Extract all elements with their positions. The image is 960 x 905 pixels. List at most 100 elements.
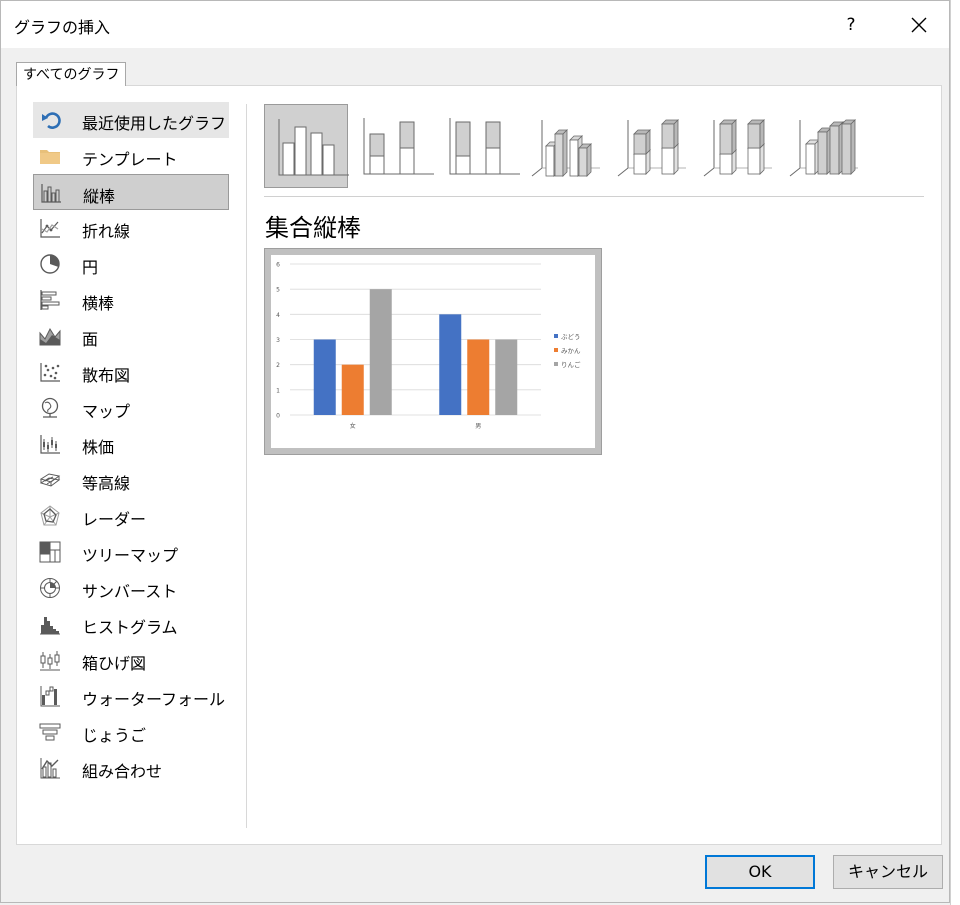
background-spreadsheet bbox=[950, 0, 960, 905]
tab-all-charts[interactable]: すべてのグラフ bbox=[16, 62, 127, 86]
category-label: ヒストグラム bbox=[82, 618, 178, 637]
category-label: 散布図 bbox=[82, 366, 131, 385]
help-button[interactable]: ? bbox=[833, 7, 869, 43]
3d-stacked-column-icon bbox=[617, 119, 686, 177]
y-tick-label: 0 bbox=[276, 413, 280, 420]
legend-label: みかん bbox=[561, 347, 581, 355]
pie-chart-icon bbox=[40, 254, 60, 274]
y-tick-label: 6 bbox=[276, 262, 280, 269]
category-item[interactable]: ウォーターフォール bbox=[33, 678, 229, 714]
ok-button[interactable]: OK bbox=[705, 855, 815, 889]
y-tick-label: 4 bbox=[276, 312, 280, 319]
bar bbox=[439, 314, 462, 415]
category-item[interactable]: 円 bbox=[33, 246, 229, 282]
legend-swatch bbox=[554, 348, 558, 352]
category-item[interactable]: ヒストグラム bbox=[33, 606, 229, 642]
100-stacked-column-icon bbox=[449, 118, 520, 175]
legend-swatch bbox=[554, 362, 558, 366]
y-tick-label: 5 bbox=[276, 287, 280, 294]
chart-subtype-button[interactable] bbox=[350, 104, 434, 188]
legend-label: ぶどう bbox=[561, 333, 581, 341]
category-item[interactable]: 最近使用したグラフ bbox=[33, 102, 229, 138]
category-item[interactable]: 等高線 bbox=[33, 462, 229, 498]
column-chart-icon bbox=[41, 184, 61, 203]
category-item[interactable]: 箱ひげ図 bbox=[33, 642, 229, 678]
category-item[interactable]: レーダー bbox=[33, 498, 229, 534]
category-item[interactable]: 組み合わせ bbox=[33, 750, 229, 786]
category-label: サンバースト bbox=[82, 582, 178, 601]
box-whisker-chart-icon bbox=[40, 651, 60, 671]
chart-subtype-button[interactable] bbox=[436, 104, 520, 188]
category-item[interactable]: 横棒 bbox=[33, 282, 229, 318]
bar bbox=[467, 339, 490, 415]
category-label: テンプレート bbox=[82, 150, 178, 169]
title-bar: グラフの挿入 ? bbox=[1, 1, 949, 48]
funnel-chart-icon bbox=[39, 723, 61, 741]
cancel-button[interactable]: キャンセル bbox=[833, 855, 943, 889]
category-label: 円 bbox=[82, 258, 99, 277]
category-label: 等高線 bbox=[82, 474, 131, 493]
bar-chart-icon bbox=[40, 290, 60, 310]
chart-subtype-button[interactable] bbox=[694, 104, 778, 188]
category-item[interactable]: 縦棒 bbox=[33, 174, 229, 210]
folder-icon bbox=[40, 150, 60, 164]
category-label: じょうご bbox=[82, 726, 147, 745]
line-chart-icon bbox=[40, 219, 60, 238]
chart-preview-canvas: 0 1 2 3 4 5 6 女 男 ぶどう みかん りんご bbox=[271, 255, 595, 448]
insert-chart-dialog: グラフの挿入 ? すべてのグラフ 最近使用したグラフ テンプレート縦棒 折れ線円横棒… bbox=[0, 0, 950, 903]
category-item[interactable]: 面 bbox=[33, 318, 229, 354]
chart-category-list: 最近使用したグラフ テンプレート縦棒 折れ線円横棒面散布図マップ 株価等高線レーダーツ… bbox=[33, 102, 229, 786]
sunburst-chart-icon bbox=[40, 578, 60, 598]
recent-icon bbox=[42, 112, 61, 129]
category-item[interactable]: ツリーマップ bbox=[33, 534, 229, 570]
category-item[interactable]: 株価 bbox=[33, 426, 229, 462]
chart-subtype-button[interactable] bbox=[264, 104, 349, 188]
chart-preview[interactable]: 0 1 2 3 4 5 6 女 男 ぶどう みかん りんご bbox=[264, 248, 602, 455]
category-item[interactable]: じょうご bbox=[33, 714, 229, 750]
category-label: ツリーマップ bbox=[82, 546, 179, 565]
waterfall-chart-icon bbox=[40, 686, 60, 707]
combo-chart-icon bbox=[40, 758, 60, 779]
surface-chart-icon bbox=[39, 473, 61, 487]
x-tick-label: 男 bbox=[475, 423, 481, 430]
3d-100-stacked-column-icon bbox=[703, 119, 772, 177]
category-item[interactable]: 折れ線 bbox=[33, 210, 229, 246]
category-label: 組み合わせ bbox=[82, 762, 163, 781]
category-label: 面 bbox=[82, 330, 99, 349]
chart-panel: 最近使用したグラフ テンプレート縦棒 折れ線円横棒面散布図マップ 株価等高線レーダーツ… bbox=[16, 85, 942, 845]
y-tick-label: 2 bbox=[276, 362, 280, 369]
chart-subtype-button[interactable] bbox=[780, 104, 864, 188]
bar bbox=[495, 339, 518, 415]
category-item[interactable]: 散布図 bbox=[33, 354, 229, 390]
category-label: レーダー bbox=[82, 510, 147, 529]
panel-divider bbox=[246, 104, 247, 828]
chart-subtype-button[interactable] bbox=[522, 104, 606, 188]
treemap-chart-icon bbox=[39, 541, 61, 563]
legend-label: りんご bbox=[561, 360, 581, 369]
scatter-chart-icon bbox=[40, 363, 60, 382]
radar-chart-icon bbox=[40, 505, 60, 526]
histogram-chart-icon bbox=[40, 617, 60, 635]
area-chart-icon bbox=[39, 327, 61, 346]
stock-chart-icon bbox=[40, 435, 60, 454]
subtype-divider bbox=[264, 196, 924, 197]
preview-chart: 0 1 2 3 4 5 6 女 男 ぶどうみかんりんご bbox=[276, 262, 581, 431]
close-button[interactable] bbox=[899, 7, 939, 43]
y-tick-label: 3 bbox=[276, 337, 280, 344]
map-chart-icon bbox=[41, 397, 59, 418]
category-label: 箱ひげ図 bbox=[82, 654, 147, 673]
dialog-title: グラフの挿入 bbox=[14, 18, 111, 37]
chart-subtype-row bbox=[264, 104, 924, 188]
3d-clustered-column-icon bbox=[531, 120, 600, 177]
clustered-column-icon bbox=[278, 119, 349, 176]
category-label: 最近使用したグラフ bbox=[82, 114, 227, 133]
y-tick-label: 1 bbox=[276, 387, 280, 394]
category-item[interactable]: テンプレート bbox=[33, 138, 229, 174]
category-label: 横棒 bbox=[82, 294, 115, 313]
legend-swatch bbox=[554, 334, 558, 338]
close-icon bbox=[911, 17, 927, 33]
category-item[interactable]: マップ bbox=[33, 390, 229, 426]
stacked-column-icon bbox=[363, 118, 434, 175]
category-item[interactable]: サンバースト bbox=[33, 570, 229, 606]
chart-subtype-button[interactable] bbox=[608, 104, 692, 188]
